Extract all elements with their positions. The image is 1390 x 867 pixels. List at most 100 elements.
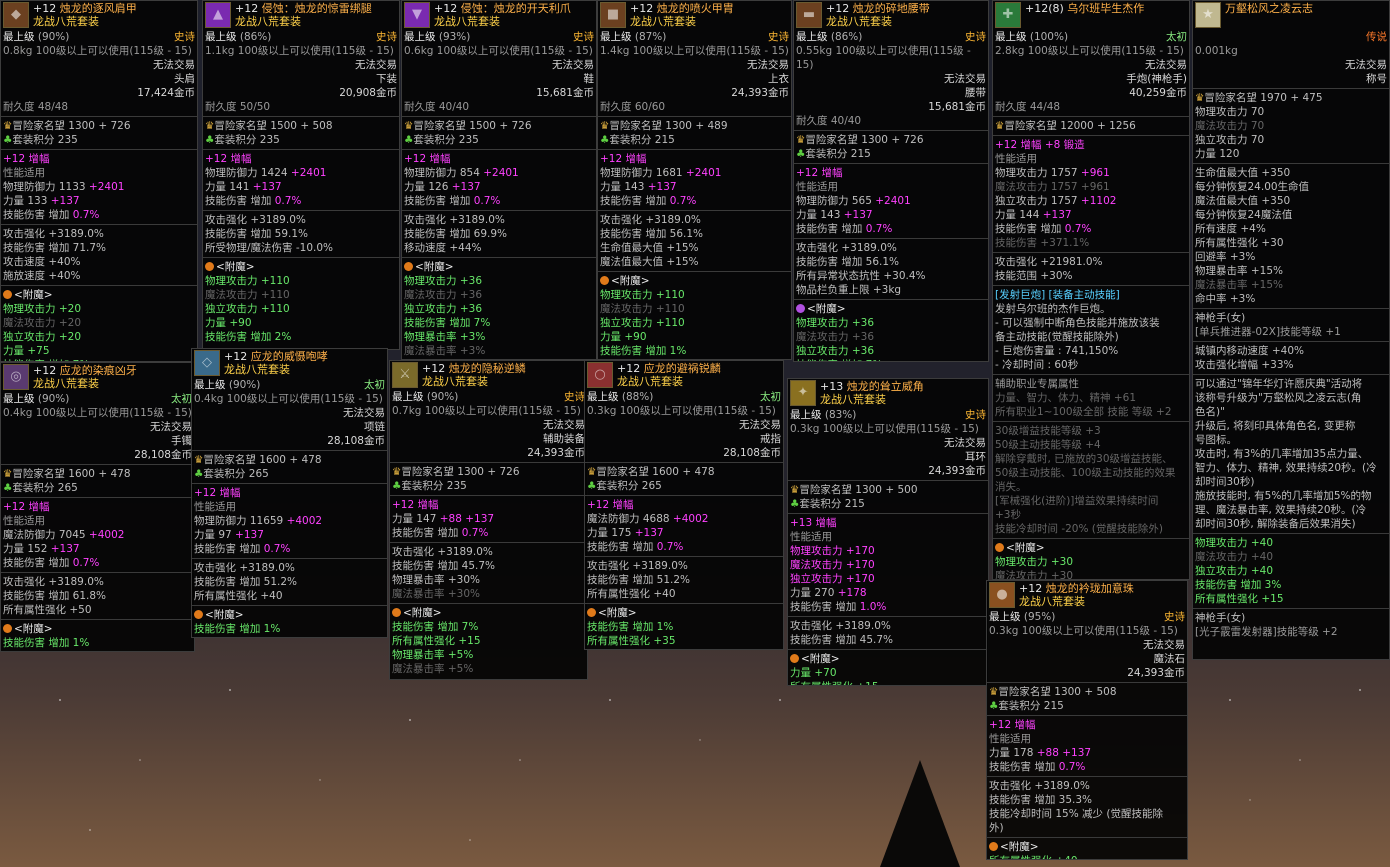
fame-value: 冒险家名望 1600 + 478 xyxy=(596,466,715,478)
stat-text: +137 xyxy=(451,181,481,193)
stat-line: 所有属性强化 +35 xyxy=(1,650,194,652)
stat-text: 物理防御力 1424 xyxy=(205,167,291,179)
stat-line: 技能伤害 增加 7% xyxy=(390,620,587,634)
stat-line: 却时间30秒, 解除装备后效果消失) xyxy=(1193,517,1389,531)
set-name: 龙战八荒套装 xyxy=(224,363,290,376)
stat-line: 物理防御力 854 +2401 xyxy=(402,166,596,180)
stat-text: 所有属性强化 +40 xyxy=(989,855,1078,859)
item-tooltip[interactable]: ▬ +12 烛龙的碎地腰带 龙战八荒套装 最上级 (86%) 史诗 0.55kg 100级… xyxy=(793,0,989,362)
stat-text: 独立攻击力 +36 xyxy=(796,345,874,357)
stat-text: 技能范围 +30% xyxy=(995,270,1073,282)
stat-line: 备主动技能(觉醒技能除外) xyxy=(993,330,1189,344)
sell-price: 15,681金币 xyxy=(536,87,594,99)
stat-line: 魔法暴击率 +15% xyxy=(1193,278,1389,292)
stat-line: 所有属性强化 +35 xyxy=(585,634,783,648)
stat-text: +12 增幅 xyxy=(600,153,647,165)
divider xyxy=(192,558,387,559)
stat-line: 物理防御力 1681 +2401 xyxy=(598,166,791,180)
stat-text: 力量 178 xyxy=(989,747,1037,759)
weight: 1.4kg xyxy=(600,45,630,57)
rarity-label: 史诗 xyxy=(768,31,789,43)
item-tooltip[interactable]: ▼ +12 侵蚀：烛龙的开天利爪 龙战八荒套装 最上级 (93%) 史诗 0.6kg 10… xyxy=(401,0,597,360)
stat-text: +178 xyxy=(837,587,867,599)
trade-status: 无法交易 xyxy=(739,419,781,431)
stat-text: 技能伤害 增加 1% xyxy=(587,621,674,633)
grade-text: 最上级 xyxy=(404,31,436,43)
item-tooltip[interactable]: ✚ +12(8) 乌尔班毕生杰作 最上级 (100%) 太初 2.8kg 100级以上可… xyxy=(992,0,1190,580)
item-tooltip[interactable]: ◆ +12 烛龙的逐风肩甲 龙战八荒套装 最上级 (90%) 史诗 0.8kg 100级以… xyxy=(0,0,198,362)
grade-row: 最上级 (90%) 太初 xyxy=(1,392,194,406)
item-tooltip[interactable]: ◇ +12 应龙的威慑咆哮 龙战八荒套装最上级 (90%) 太初 0.4kg 100级以… xyxy=(191,348,388,638)
weight-row: 0.3kg 100级以上可以使用(115级 - 15) xyxy=(585,404,783,418)
stat-text: 命中率 +3% xyxy=(1195,293,1256,305)
stat-text: 物理暴击率 +15% xyxy=(1195,265,1283,277)
stat-line: 命中率 +3% xyxy=(1193,292,1389,306)
divider xyxy=(1193,163,1389,164)
stat-line: 神枪手(女) xyxy=(1193,611,1389,625)
fame-row: ♛冒险家名望 1600 + 478 xyxy=(1,467,194,481)
slot-type: 戒指 xyxy=(760,433,781,445)
weight-info: 0.4kg 100级以上可以使用(115级 - 15) xyxy=(194,392,383,406)
set-name: 龙战八荒套装 xyxy=(33,15,99,28)
item-tooltip[interactable]: ▲ +12 侵蚀：烛龙的惊雷绑腿 龙战八荒套装 最上级 (86%) 史诗 1.1kg 10… xyxy=(202,0,400,350)
stat-text: 力量 120 xyxy=(1195,148,1240,160)
upgrade-level: +12(8) xyxy=(1025,2,1064,15)
stat-text: 技能伤害 增加 xyxy=(600,195,670,207)
item-name: 侵蚀：烛龙的开天利爪 xyxy=(460,2,571,15)
stat-line: <附魔> xyxy=(788,652,988,666)
stat-text: 力量 +75 xyxy=(3,345,50,357)
set-name: 龙战八荒套装 xyxy=(434,15,500,28)
stat-text: 魔法攻击力 +110 xyxy=(600,303,685,315)
trade-status: 无法交易 xyxy=(1143,639,1185,651)
necklace-icon-glyph: ◇ xyxy=(202,355,212,370)
grade-text: 最上级 xyxy=(205,31,237,43)
stat-line: 50级主动技能等级 +4 xyxy=(993,438,1189,452)
item-title: +12 烛龙的衿珑加意珠 龙战八荒套装 xyxy=(1019,582,1134,608)
grade-row: 最上级 (90%) 太初 xyxy=(192,378,387,392)
stat-line: 物理防御力 565 +2401 xyxy=(794,194,988,208)
stat-text: 技能伤害 增加 xyxy=(194,543,264,555)
item-tooltip[interactable]: ✦ +13 烛龙的耸立威角 龙战八荒套装 最上级 (83%) 史诗 0.3kg 100级以… xyxy=(787,378,989,686)
ring-icon-glyph: ○ xyxy=(594,367,606,382)
divider xyxy=(987,682,1187,683)
stat-line: 辅助职业专属属性 xyxy=(993,377,1189,391)
divider xyxy=(203,257,399,258)
stat-text: +12 增幅 xyxy=(989,719,1036,731)
grade-text: 最上级 xyxy=(194,379,226,391)
stat-text: +137 xyxy=(843,209,873,221)
divider xyxy=(203,210,399,211)
grade-percent: (83%) xyxy=(824,409,857,421)
stat-line: +12 增幅 xyxy=(585,498,783,512)
item-name: 应龙的威慑咆哮 xyxy=(250,350,328,363)
item-tooltip[interactable]: ● +12 烛龙的衿珑加意珠 龙战八荒套装 最上级 (95%) 史诗 0.3kg 100级… xyxy=(986,580,1188,860)
fame-value: 冒险家名望 1300 + 489 xyxy=(609,120,728,132)
fame-icon: ♛ xyxy=(3,468,13,480)
stat-line: 力量 175 +137 xyxy=(585,526,783,540)
weight: 0.8kg xyxy=(3,45,33,57)
upgrade-level: +12 xyxy=(224,350,248,363)
stat-text: 所有属性强化 +35 xyxy=(3,651,92,652)
stat-line: 技能伤害 增加 61.8% xyxy=(1,589,194,603)
tooltip-header: ■ +12 烛龙的喷火甲胄 龙战八荒套装 xyxy=(598,1,791,30)
sub-weapon-icon: ⚔ xyxy=(392,362,418,388)
item-title: +12 烛龙的碎地腰带 龙战八荒套装 xyxy=(826,2,930,28)
item-tooltip[interactable]: ★ 万壑松风之凌云志 传说 0.001kg 无法交易 称号 ♛冒险家名望 1970 + 47… xyxy=(1192,0,1390,660)
fame-value: 冒险家名望 1300 + 508 xyxy=(998,686,1117,698)
stat-text: +137 xyxy=(50,543,80,555)
sell-price: 17,424金币 xyxy=(137,87,195,99)
stat-line: 所有异常状态抗性 +30.4% xyxy=(794,269,988,283)
stat-text: 升级后, 将刻印具体角色名, 变更称 xyxy=(1195,420,1356,432)
divider xyxy=(1193,308,1389,309)
rarity-label: 史诗 xyxy=(564,391,585,403)
item-tooltip[interactable]: ◎ +12 应龙的染痕凶牙 龙战八荒套装 最上级 (90%) 太初 0.4kg 100级以… xyxy=(0,362,195,652)
stat-line: 魔法攻击力 +30 xyxy=(993,569,1189,579)
stat-line: 技能范围 +30% xyxy=(993,269,1189,283)
item-tooltip[interactable]: ⚔ +12 烛龙的隐秘逆鳞 龙战八荒套装 最上级 (90%) 史诗 0.7kg 100级以… xyxy=(389,360,588,680)
item-tooltip[interactable]: ■ +12 烛龙的喷火甲胄 龙战八荒套装 最上级 (87%) 史诗 1.4kg 100级以… xyxy=(597,0,792,360)
enchant-header: <附魔> xyxy=(1006,542,1045,554)
stat-text: 性能适用 xyxy=(3,167,45,179)
grade-text: 最上级 xyxy=(392,391,424,403)
stat-line: 所有职业1~100级全部 技能 等级 +2 xyxy=(993,405,1189,419)
item-tooltip[interactable]: ○ +12 应龙的避祸锐麟 龙战八荒套装 最上级 (88%) 太初 0.3kg 100级以… xyxy=(584,360,784,650)
stat-text: [单兵推进器-02X]技能等级 +1 xyxy=(1195,326,1341,338)
